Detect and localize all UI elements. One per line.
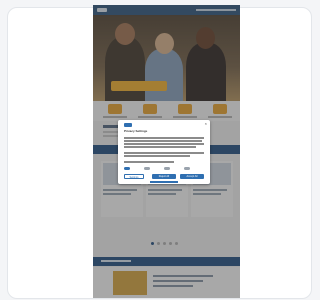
accept-all-button[interactable]: Accept All — [180, 174, 204, 179]
modal-title: Privacy Settings — [124, 129, 148, 133]
close-icon[interactable]: × — [205, 122, 207, 126]
reject-all-button[interactable]: Reject All — [152, 174, 176, 179]
consent-toggle[interactable] — [164, 167, 170, 170]
privacy-policy-link[interactable] — [150, 181, 178, 183]
consent-toggles — [124, 167, 204, 170]
modal-logo — [124, 123, 132, 127]
consent-toggle[interactable] — [124, 167, 130, 170]
settings-button[interactable]: Settings — [124, 174, 144, 179]
cookie-consent-modal: × Privacy Settings Settings Reject All A… — [118, 120, 210, 184]
modal-body-text — [124, 137, 204, 139]
consent-toggle[interactable] — [144, 167, 150, 170]
consent-toggle[interactable] — [184, 167, 190, 170]
